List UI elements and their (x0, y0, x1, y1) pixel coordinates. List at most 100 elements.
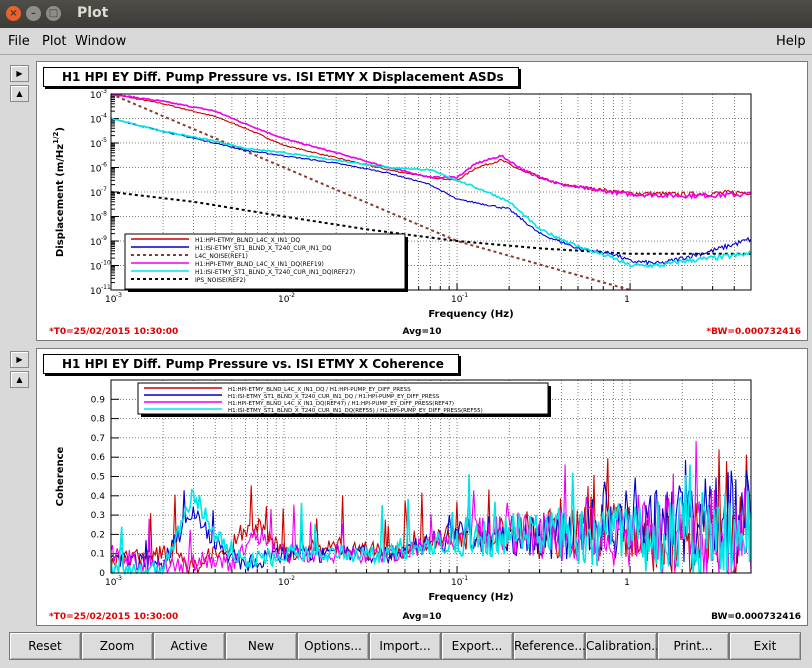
y-tick-label: 0.7 (91, 434, 105, 444)
arrow-right-icon: ▶ (16, 355, 23, 364)
window-maximize-button[interactable]: □ (46, 6, 61, 21)
top-pane-collapse-button[interactable]: ▲ (10, 85, 29, 102)
y-tick-label: 10 (90, 91, 102, 101)
bottom-plot-frame[interactable]: 10 -3 10 -2 10 -1 1 0.9 0.8 0.7 0.6 0.5 0.4 0.3 0.2 0.1… (36, 348, 808, 626)
options-button[interactable]: Options... (297, 632, 369, 660)
y-tick-label: 10 (90, 287, 102, 297)
new-button[interactable]: New (225, 632, 297, 660)
arrow-up-icon: ▲ (16, 89, 23, 98)
y-tick-label: 0.1 (91, 550, 105, 560)
y-tick-label: 0.5 (91, 473, 105, 483)
y-tick-label: 0.4 (91, 492, 106, 502)
window-titlebar: × – □ Plot (0, 0, 812, 28)
top-plot-pane: ▶ ▲ 10 -3 10 -2 10 -1 1 10 -3 10 -4 10 -5 10 -6 10 -7 10-… (0, 58, 812, 343)
y-tick-label: 10 (90, 189, 102, 199)
legend-label: H1:ISI-ETMY_ST1_BLND_X_T240_CUR_IN1_DQ(R… (228, 408, 483, 414)
y-tick-exponent: -11 (101, 284, 111, 291)
y-tick-label: 10 (90, 263, 102, 273)
x-tick-label: 10 (105, 578, 117, 588)
y-tick-exponent: -3 (101, 88, 107, 95)
menu-plot[interactable]: Plot (42, 34, 67, 49)
averages-label: Avg=10 (402, 327, 441, 337)
y-tick-label: 0.8 (91, 415, 106, 425)
x-tick-exponent: -3 (116, 292, 122, 299)
y-tick-exponent: -9 (101, 235, 107, 242)
y-tick-exponent: -5 (101, 137, 107, 144)
print-button[interactable]: Print... (657, 632, 729, 660)
calibration-button[interactable]: Calibration... (585, 632, 663, 660)
bandwidth-label: BW=0.000732416 (711, 612, 801, 622)
y-tick-exponent: -7 (101, 186, 107, 193)
legend-label: H1:ISI-ETMY_ST1_BLND_X_T240_CUR_IN1_DQ /… (228, 394, 440, 400)
arrow-right-icon: ▶ (16, 69, 23, 78)
menu-bar: File Plot Window Help (0, 28, 812, 55)
x-tick-label: 1 (624, 578, 630, 588)
x-tick-label: 10 (451, 578, 463, 588)
legend-label: H1:ISI-ETMY_ST1_BLND_X_T240_CUR_IN1_DQ (195, 245, 332, 252)
y-tick-label: 0.2 (91, 530, 105, 540)
y-axis-label: Coherence (55, 446, 66, 506)
legend-label: H1:HPI-ETMY_BLND_L4C_X_IN1_DQ / H1:HPI-P… (228, 387, 411, 393)
coherence-chart[interactable]: 10 -3 10 -2 10 -1 10.90.80.70.60.50.40.30.20.1… (37, 349, 807, 625)
y-tick-label: 0.3 (91, 511, 105, 521)
import-button[interactable]: Import... (369, 632, 441, 660)
legend-label: H1:ISI-ETMY_ST1_BLND_X_T240_CUR_IN1_DQ(R… (195, 269, 355, 276)
window-minimize-button[interactable]: – (26, 6, 41, 21)
y-tick-label: 10 (90, 238, 102, 248)
y-tick-label: 10 (90, 116, 102, 126)
y-tick-label: 10 (90, 140, 102, 150)
menu-file[interactable]: File (8, 34, 30, 49)
x-tick-exponent: -1 (462, 292, 468, 299)
y-tick-label: 0.6 (91, 453, 106, 463)
y-tick-label: 10 (90, 214, 102, 224)
x-axis-label: Frequency (Hz) (428, 309, 513, 320)
x-tick-label: 10 (451, 295, 463, 305)
active-button[interactable]: Active (153, 632, 225, 660)
bottom-toolbar: Reset Zoom Active New Options... Import... Exp… (0, 628, 812, 668)
x-tick-exponent: -1 (462, 575, 468, 582)
x-tick-exponent: -2 (289, 292, 295, 299)
top-plot-title: H1 HPI EY Diff. Pump Pressure vs. ISI ET… (43, 67, 519, 87)
y-tick-exponent: -8 (101, 211, 107, 218)
y-tick-exponent: -6 (101, 162, 107, 169)
bottom-plot-title: H1 HPI EY Diff. Pump Pressure vs. ISI ET… (43, 354, 459, 374)
menu-window[interactable]: Window (75, 34, 126, 49)
y-tick-label: 0.9 (91, 395, 106, 405)
bandwidth-label: *BW=0.000732416 (706, 327, 801, 337)
y-tick-label: 0 (99, 569, 105, 579)
window-title: Plot (77, 5, 109, 21)
legend-label: L4C_NOISE(REF1) (195, 253, 248, 260)
reference-button[interactable]: Reference... (513, 632, 586, 660)
bottom-pane-expand-button[interactable]: ▶ (10, 351, 29, 368)
averages-label: Avg=10 (402, 612, 441, 622)
legend-label: IPS_NOISE(REF2) (195, 277, 246, 284)
start-time-label: *T0=25/02/2015 10:30:00 (49, 612, 178, 622)
x-axis-label: Frequency (Hz) (428, 592, 513, 603)
asd-chart[interactable]: 10 -3 10 -2 10 -1 110 -310 -410 -510 -610 -710 -810-… (37, 62, 807, 340)
start-time-label: *T0=25/02/2015 10:30:00 (49, 327, 178, 337)
menu-help[interactable]: Help (776, 34, 806, 49)
x-tick-label: 10 (105, 295, 117, 305)
top-pane-expand-button[interactable]: ▶ (10, 65, 29, 82)
top-plot-frame[interactable]: 10 -3 10 -2 10 -1 1 10 -3 10 -4 10 -5 10 -6 10 -7 10 -8 10-… (36, 61, 808, 341)
y-tick-label: 10 (90, 165, 102, 175)
x-tick-label: 1 (624, 295, 630, 305)
reset-button[interactable]: Reset (9, 632, 81, 660)
bottom-pane-collapse-button[interactable]: ▲ (10, 371, 29, 388)
y-tick-exponent: -10 (101, 260, 111, 267)
y-axis-label: Displacement (m/Hz1/2) (52, 127, 66, 257)
window-close-button[interactable]: × (6, 6, 21, 21)
y-tick-exponent: -4 (101, 113, 107, 120)
zoom-button[interactable]: Zoom (81, 632, 153, 660)
exit-button[interactable]: Exit (729, 632, 801, 660)
x-tick-label: 10 (278, 578, 290, 588)
export-button[interactable]: Export... (441, 632, 513, 660)
series-line-3 (110, 93, 752, 200)
bottom-plot-pane: ▶ ▲ 10 -3 10 -2 10 -1 1 0.9 0.8 0.7 0.6 0.5 0.4 0.3 0.… (0, 346, 812, 626)
legend-label: H1:HPI-ETMY_BLND_L4C_X_IN1_DQ(REF19) (195, 261, 324, 268)
x-tick-exponent: -2 (289, 575, 295, 582)
legend-label: H1:HPI-ETMY_BLND_L4C_X_IN1_DQ (195, 237, 300, 244)
x-tick-exponent: -3 (116, 575, 122, 582)
arrow-up-icon: ▲ (16, 375, 23, 384)
series-group (110, 440, 752, 576)
